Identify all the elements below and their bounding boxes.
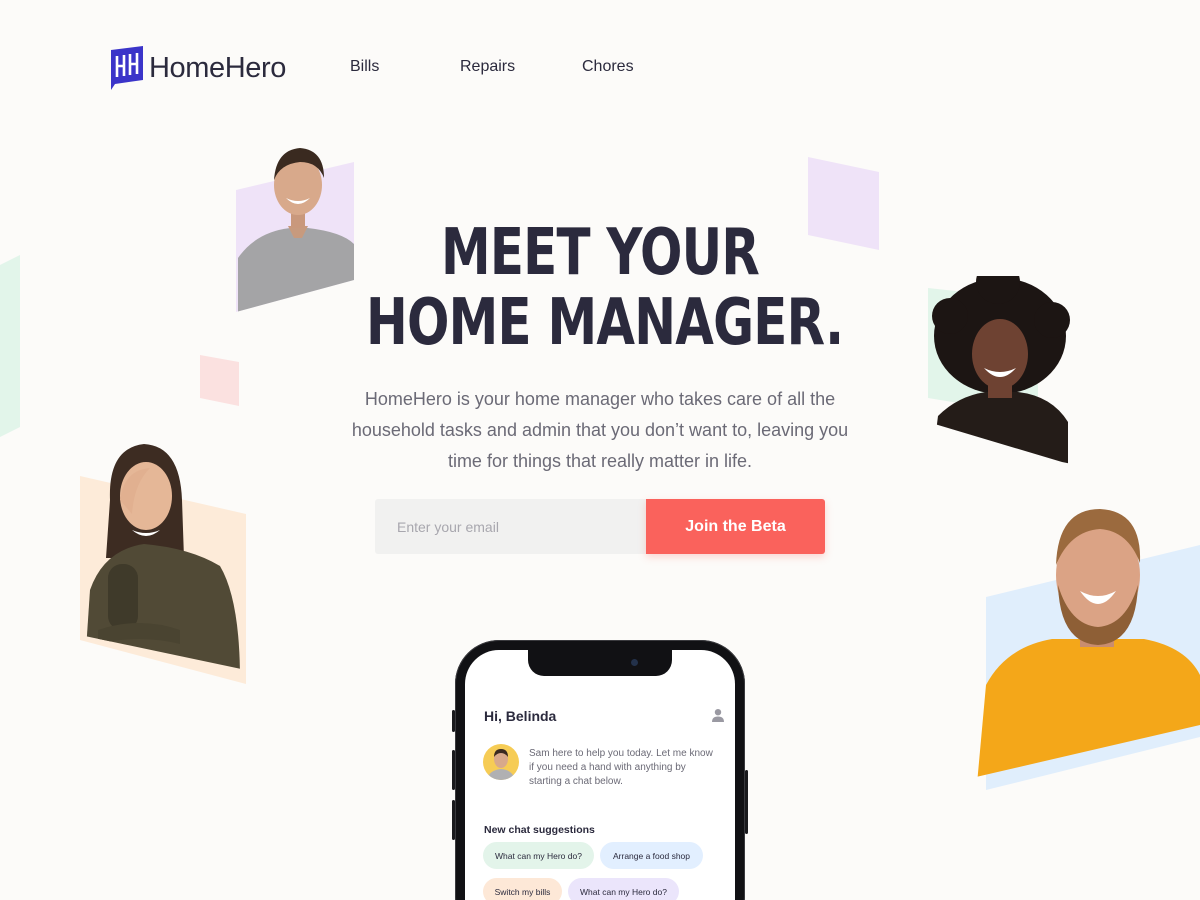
- decor-mint-shape: [0, 255, 20, 437]
- suggestion-chip[interactable]: Switch my bills: [483, 878, 562, 900]
- email-input[interactable]: [375, 499, 646, 554]
- headline-line-1: MEET YOUR: [440, 216, 760, 290]
- hero-headline: MEET YOUR HOME MANAGER.: [300, 218, 900, 358]
- homehero-logo[interactable]: HomeHero: [111, 46, 286, 90]
- suggestion-chip[interactable]: What can my Hero do?: [483, 842, 594, 869]
- phone-mockup: Hi, Belinda Sam here to help you today. …: [452, 640, 748, 900]
- suggestion-chip[interactable]: What can my Hero do?: [568, 878, 679, 900]
- brand-name: HomeHero: [149, 51, 287, 84]
- hero-subtitle: HomeHero is your home manager who takes …: [351, 389, 849, 471]
- decor-pink-shape: [200, 355, 239, 406]
- nav-repairs[interactable]: Repairs: [460, 58, 515, 76]
- phone-power-button: [745, 770, 748, 834]
- user-icon[interactable]: [711, 708, 725, 722]
- agent-avatar-image: [487, 749, 515, 780]
- phone-screen: Hi, Belinda Sam here to help you today. …: [465, 650, 735, 900]
- suggestions-title: New chat suggestions: [484, 824, 595, 836]
- hh-monogram-icon: [111, 46, 143, 90]
- headline-line-2: HOME MANAGER.: [366, 286, 844, 360]
- phone-volume-down-button: [452, 800, 455, 840]
- agent-message: Sam here to help you today. Let me know …: [529, 748, 713, 787]
- join-beta-button[interactable]: Join the Beta: [646, 499, 825, 554]
- portrait-man-yellow-shirt: [976, 509, 1200, 790]
- suggestion-chip[interactable]: Arrange a food shop: [600, 842, 703, 869]
- beta-signup-form: Join the Beta: [375, 499, 825, 554]
- nav-bills[interactable]: Bills: [350, 58, 379, 76]
- phone-notch: [528, 650, 672, 676]
- agent-avatar: [483, 744, 519, 780]
- phone-side-button: [452, 710, 455, 732]
- phone-volume-up-button: [452, 750, 455, 790]
- nav-chores[interactable]: Chores: [582, 58, 634, 76]
- portrait-woman-curly-hair: [928, 276, 1070, 464]
- camera-icon: [631, 659, 638, 666]
- portrait-woman-green-sweater: [80, 444, 246, 684]
- app-greeting: Hi, Belinda: [484, 708, 557, 724]
